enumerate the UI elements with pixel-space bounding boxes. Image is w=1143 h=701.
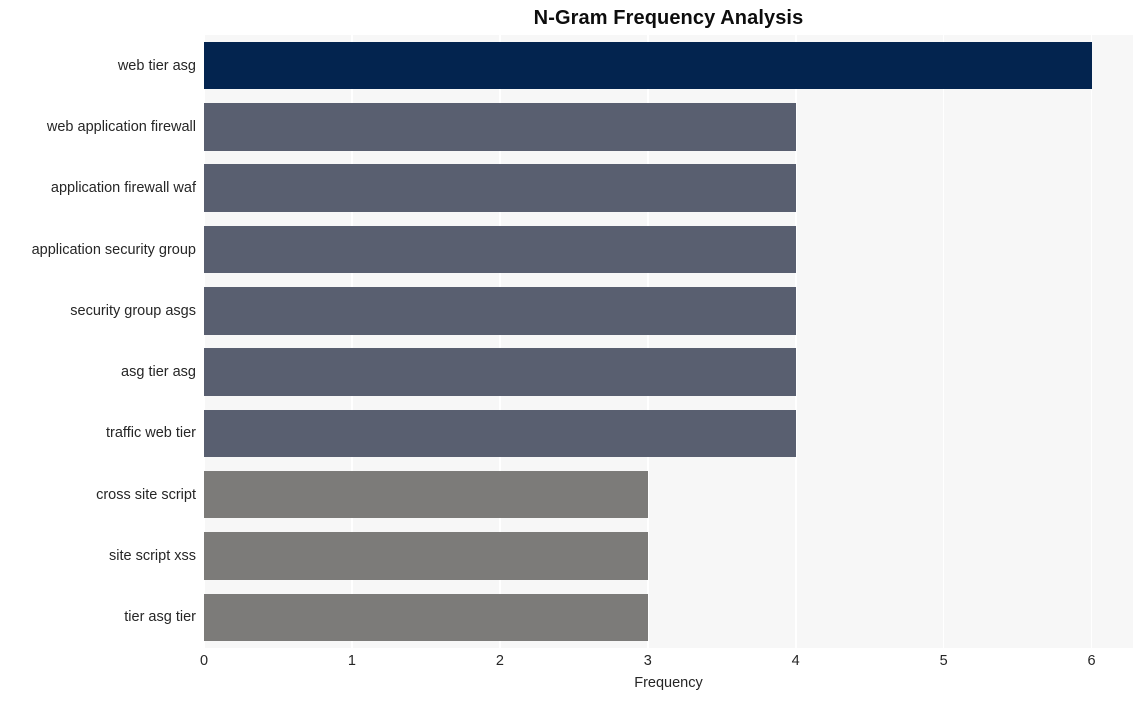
- x-tick-label-3: 3: [643, 653, 652, 669]
- bar-2: [204, 164, 796, 212]
- bar-row: [204, 348, 1133, 396]
- x-tick-label-1: 1: [347, 653, 356, 669]
- bar-row: [204, 287, 1133, 335]
- bar-row: [204, 103, 1133, 151]
- bar-row: [204, 41, 1133, 90]
- x-tick-label-4: 4: [791, 653, 800, 669]
- bar-series: [204, 35, 1133, 648]
- y-tick-label-0: web tier asg: [117, 57, 196, 74]
- x-axis-tick-labels: 0 1 2 3 4 5 6: [0, 652, 1143, 674]
- bar-row: [204, 532, 1133, 580]
- y-tick-label-6: traffic web tier: [106, 425, 196, 442]
- y-tick-label-4: security group asgs: [70, 302, 196, 319]
- bar-row: [204, 225, 1133, 274]
- x-tick-label-0: 0: [199, 653, 209, 669]
- x-tick-label-5: 5: [939, 653, 948, 669]
- bar-5: [204, 348, 796, 396]
- y-tick-label-9: tier asg tier: [124, 609, 196, 626]
- y-tick-label-1: web application firewall: [46, 118, 196, 135]
- bar-row: [204, 409, 1133, 458]
- bar-row: [204, 470, 1133, 519]
- bar-row: [204, 164, 1133, 212]
- bar-6: [204, 409, 796, 458]
- bar-1: [204, 103, 796, 151]
- y-tick-label-8: site script xss: [108, 548, 196, 565]
- chart-figure: N-Gram Frequency Analysis web tier asg we…: [0, 0, 1143, 701]
- bar-3: [204, 225, 796, 274]
- y-tick-label-2: application firewall waf: [50, 180, 196, 197]
- bar-4: [204, 287, 796, 335]
- bar-7: [204, 470, 648, 519]
- y-axis-tick-labels: web tier asg web application firewall appl…: [0, 35, 196, 648]
- plot-area: [204, 35, 1133, 648]
- x-tick-label-6: 6: [1087, 653, 1096, 669]
- y-tick-label-3: application security group: [31, 241, 196, 258]
- y-tick-label-5: asg tier asg: [121, 364, 196, 381]
- x-axis-title: Frequency: [634, 675, 703, 691]
- x-tick-label-2: 2: [495, 653, 504, 669]
- bar-8: [204, 532, 648, 580]
- bar-9: [204, 593, 648, 642]
- y-tick-label-7: cross site script: [96, 486, 196, 503]
- bar-0: [204, 41, 1092, 90]
- bar-row: [204, 593, 1133, 642]
- chart-title: N-Gram Frequency Analysis: [533, 7, 804, 29]
